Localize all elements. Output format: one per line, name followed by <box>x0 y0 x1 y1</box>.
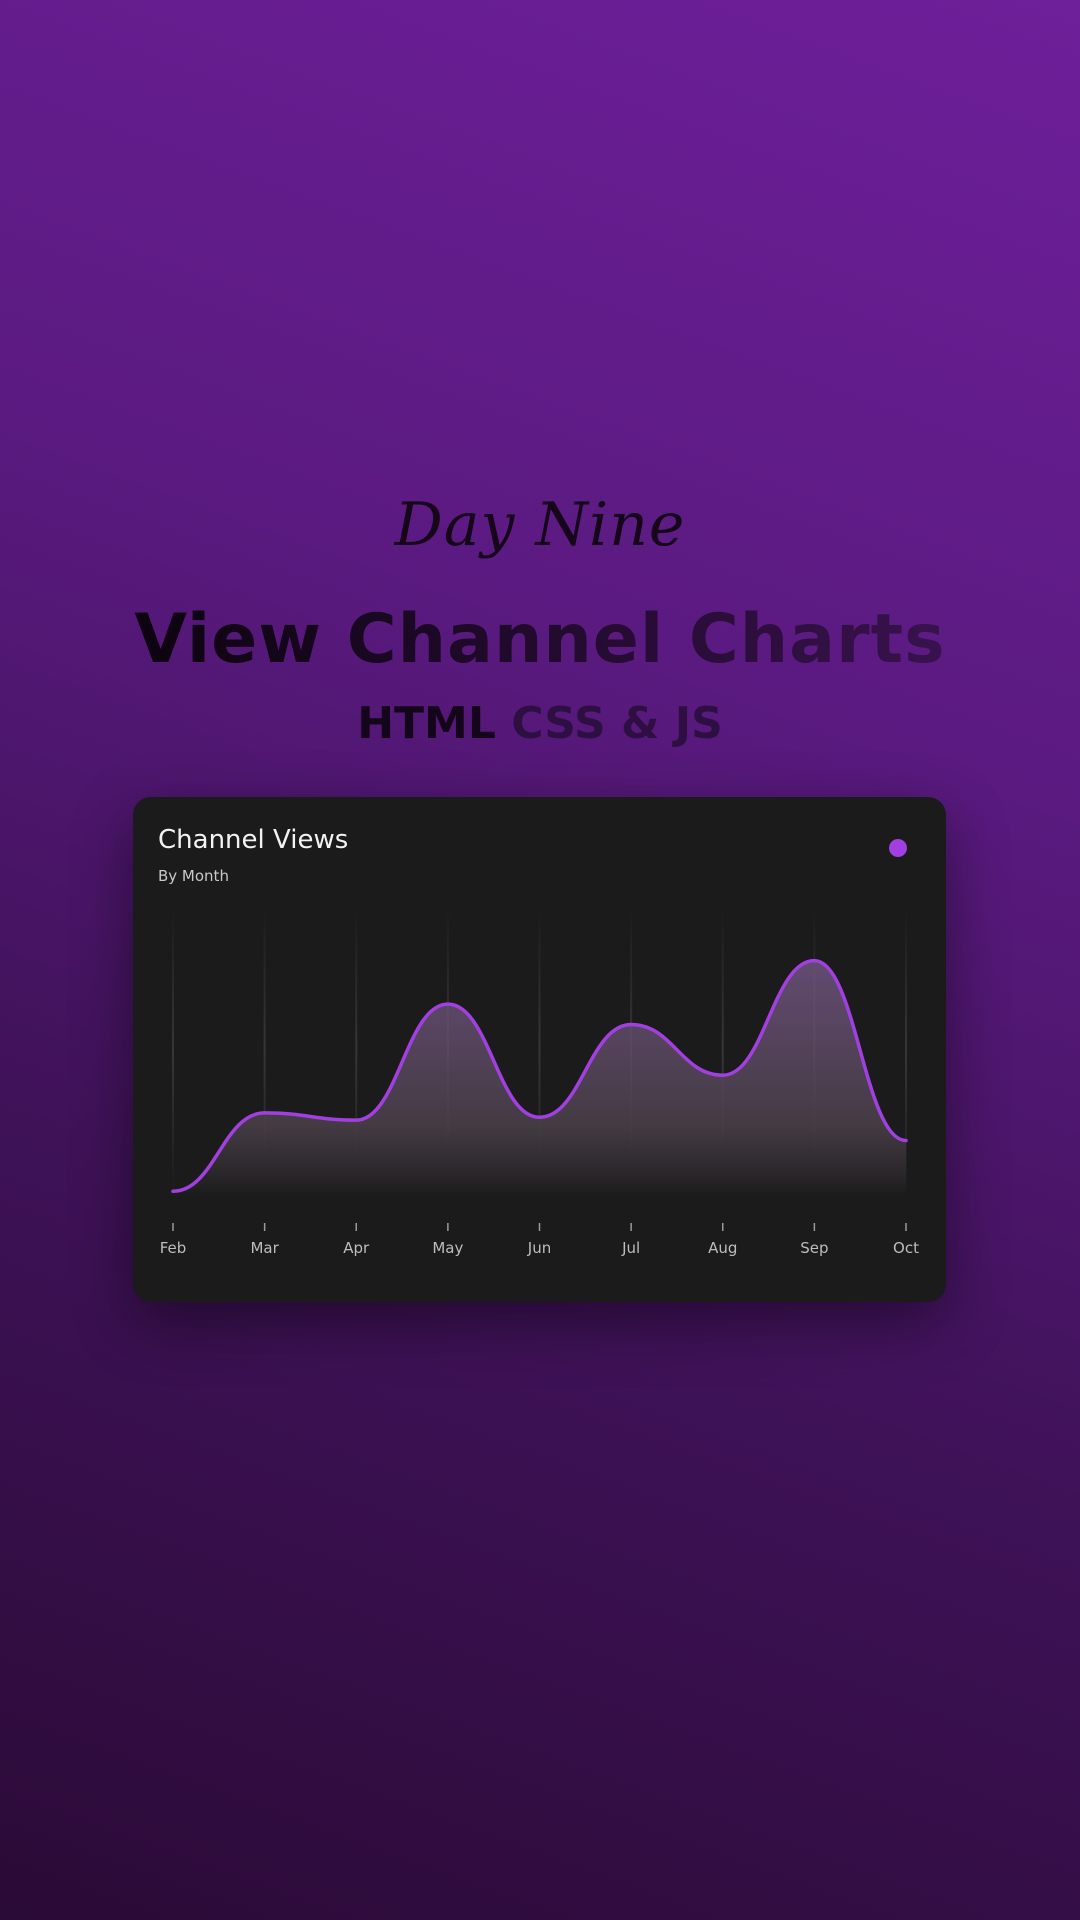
subline-html: HTML <box>357 698 496 749</box>
x-tick-label-jun: Jun <box>527 1239 551 1257</box>
x-tick-label-may: May <box>432 1239 463 1257</box>
grid-line-feb <box>172 905 174 1195</box>
area-chart: Feb Mar Apr May Jun Jul Aug Sep Oct <box>160 905 919 1257</box>
data-point-may[interactable] <box>442 998 454 1010</box>
x-tick-label-feb: Feb <box>160 1239 187 1257</box>
x-tick-label-jul: Jul <box>621 1239 640 1257</box>
page-subline: HTML CSS & JS <box>0 698 1080 749</box>
data-point-mar[interactable] <box>259 1107 271 1119</box>
data-point-feb[interactable] <box>167 1185 179 1197</box>
x-tick-label-oct: Oct <box>893 1239 919 1257</box>
data-point-sep[interactable] <box>808 955 820 967</box>
x-tick-label-aug: Aug <box>708 1239 737 1257</box>
x-tick-label-apr: Apr <box>343 1239 370 1257</box>
data-point-oct[interactable] <box>900 1134 912 1146</box>
day-label: Day Nine <box>394 490 686 560</box>
data-point-jul[interactable] <box>625 1018 637 1030</box>
page-headline: View Channel Charts <box>0 600 1080 679</box>
data-point-apr[interactable] <box>350 1114 362 1126</box>
chart-card: Channel Views By Month Feb Mar Apr May Jun Ju… <box>133 797 946 1302</box>
x-tick-label-sep: Sep <box>800 1239 828 1257</box>
data-point-aug[interactable] <box>717 1069 729 1081</box>
x-axis: Feb Mar Apr May Jun Jul Aug Sep Oct <box>160 1223 919 1257</box>
data-point-jun[interactable] <box>534 1111 546 1123</box>
x-tick-label-mar: Mar <box>250 1239 279 1257</box>
subline-css-js: CSS & JS <box>511 698 723 749</box>
